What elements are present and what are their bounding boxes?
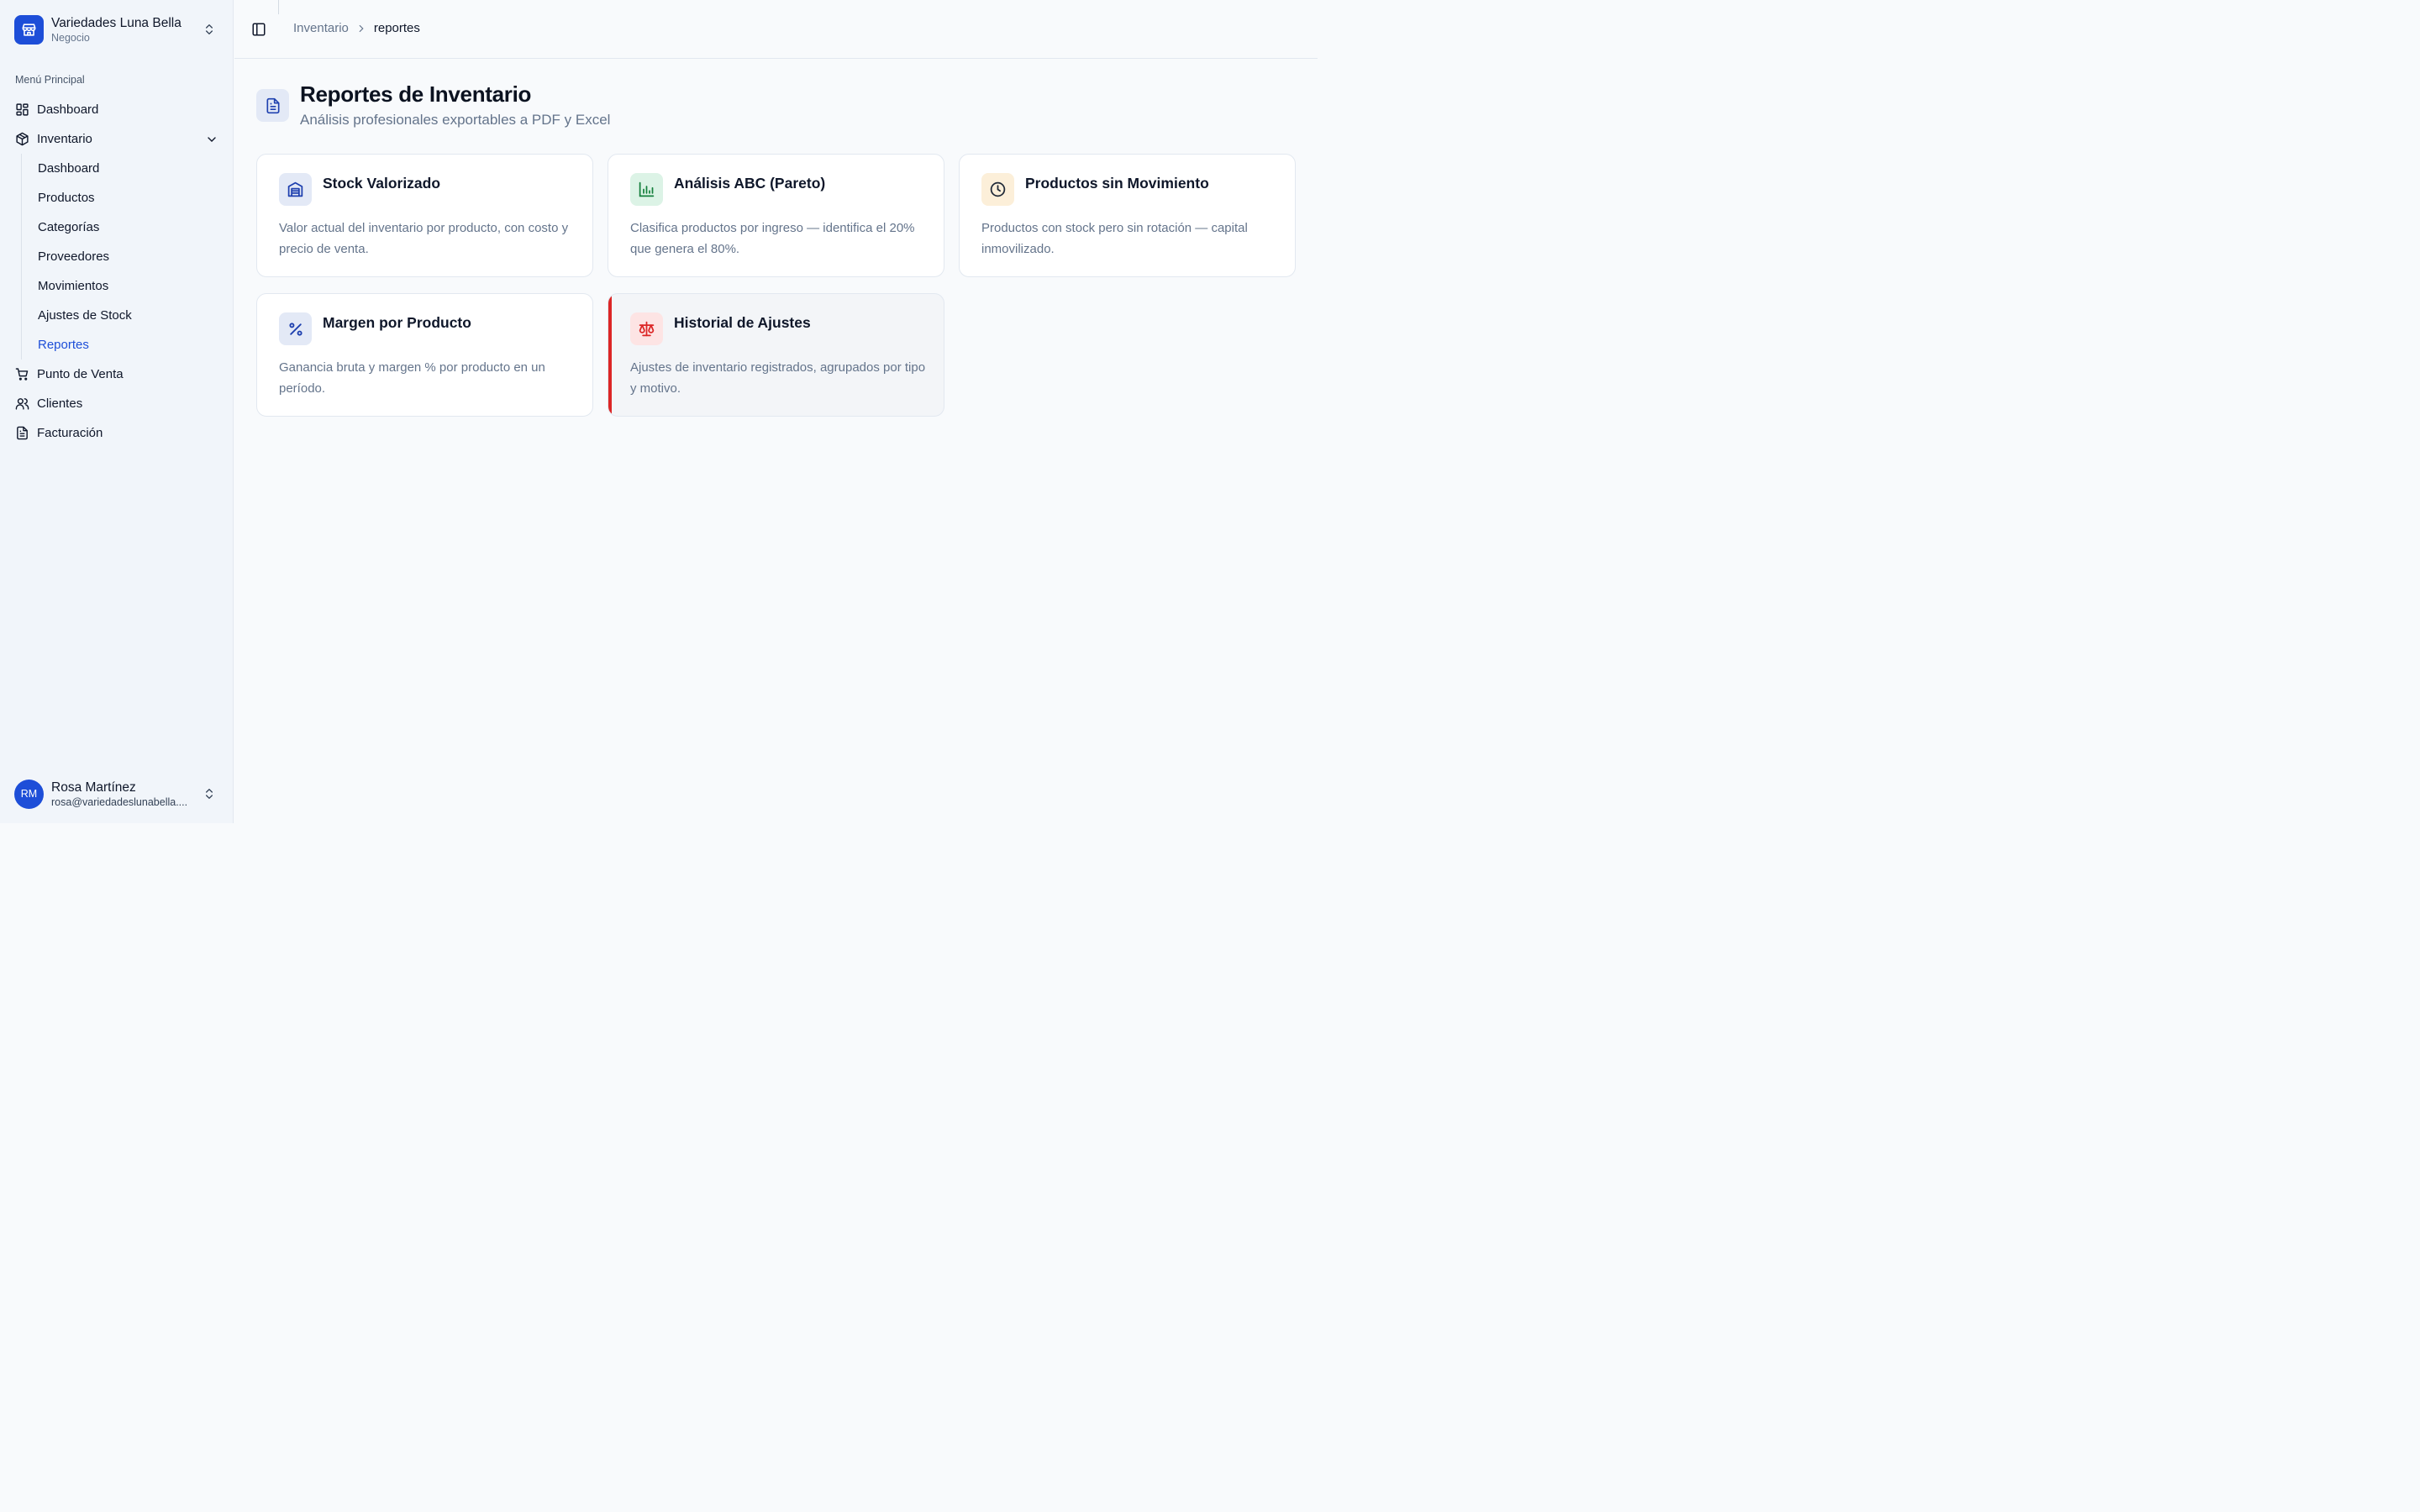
breadcrumb-link-inventario[interactable]: Inventario xyxy=(293,21,349,35)
inventario-submenu: Dashboard Productos Categorías Proveedor… xyxy=(21,154,227,360)
card-title: Margen por Producto xyxy=(323,314,471,331)
file-text-icon xyxy=(17,426,28,440)
sidebar-item-inventario[interactable]: Inventario xyxy=(7,124,227,154)
sidebar-item-label: Facturación xyxy=(37,426,103,440)
submenu-item-dashboard[interactable]: Dashboard xyxy=(31,154,227,183)
sidebar-item-label: Inventario xyxy=(37,132,92,146)
card-description: Productos con stock pero sin rotación — … xyxy=(981,221,1248,256)
breadcrumb: Inventario reportes xyxy=(293,21,420,35)
sidebar-item-clientes[interactable]: Clientes xyxy=(7,389,227,418)
org-subtitle: Negocio xyxy=(51,31,90,44)
report-card-stock-valorizado[interactable]: Stock Valorizado Valor actual del invent… xyxy=(256,154,593,277)
card-title: Historial de Ajustes xyxy=(674,314,811,331)
chevron-right-icon xyxy=(359,24,364,32)
sidebar: Variedades Luna Bella Negocio Menú Princ… xyxy=(0,0,234,823)
report-card-historial-de-ajustes[interactable]: Historial de Ajustes Ajustes de inventar… xyxy=(608,293,944,417)
package-icon xyxy=(16,132,29,146)
card-description: Valor actual del inventario por producto… xyxy=(279,221,569,256)
sidebar-item-dashboard[interactable]: Dashboard xyxy=(7,95,227,124)
report-card-productos-sin-movimiento[interactable]: Productos sin Movimiento Productos con s… xyxy=(959,154,1296,277)
card-description: Ajustes de inventario registrados, agrup… xyxy=(630,360,926,396)
clock-icon xyxy=(981,173,1014,206)
card-title: Productos sin Movimiento xyxy=(1025,175,1209,192)
store-icon xyxy=(14,14,44,45)
org-switcher[interactable]: Variedades Luna Bella Negocio xyxy=(8,8,225,50)
warehouse-icon xyxy=(279,173,312,206)
report-card-analisis-abc[interactable]: Análisis ABC (Pareto) Clasifica producto… xyxy=(608,154,944,277)
panel-left-icon xyxy=(252,23,266,36)
page-subtitle: Análisis profesionales exportables a PDF… xyxy=(300,112,611,128)
card-title: Análisis ABC (Pareto) xyxy=(674,175,826,192)
card-title: Stock Valorizado xyxy=(323,175,441,192)
users-icon xyxy=(15,398,29,410)
breadcrumb-current: reportes xyxy=(373,21,420,35)
sidebar-group-label: Menú Principal xyxy=(15,74,85,86)
user-email: rosa@variedadeslunabella.... xyxy=(51,795,188,808)
sidebar-item-punto-de-venta[interactable]: Punto de Venta xyxy=(7,360,227,389)
submenu-item-movimientos[interactable]: Movimientos xyxy=(31,271,227,301)
avatar: RM xyxy=(14,779,44,809)
sidebar-item-label: Clientes xyxy=(37,396,83,411)
scale-icon xyxy=(630,312,663,345)
submenu-item-proveedores[interactable]: Proveedores xyxy=(31,242,227,271)
page-title: Reportes de Inventario xyxy=(300,81,532,107)
submenu-item-ajustes-de-stock[interactable]: Ajustes de Stock xyxy=(31,301,227,330)
org-name: Variedades Luna Bella xyxy=(51,15,182,30)
sidebar-item-label: Punto de Venta xyxy=(37,367,124,381)
top-header: Inventario reportes xyxy=(234,0,1318,59)
layout-grid-icon xyxy=(16,103,29,116)
percent-icon xyxy=(279,312,312,345)
card-description: Ganancia bruta y margen % por producto e… xyxy=(279,360,545,396)
chevrons-up-down-icon xyxy=(206,789,213,799)
file-text-icon xyxy=(256,89,289,122)
chevron-down-icon xyxy=(208,136,216,142)
sidebar-toggle-button[interactable] xyxy=(250,20,268,39)
submenu-item-productos[interactable]: Productos xyxy=(31,183,227,213)
card-description: Clasifica productos por ingreso — identi… xyxy=(630,221,915,256)
shopping-cart-icon xyxy=(15,368,29,381)
bar-chart-icon xyxy=(630,173,663,206)
header-divider xyxy=(278,0,279,14)
user-menu[interactable]: RM Rosa Martínez rosa@variedadeslunabell… xyxy=(8,773,225,815)
sidebar-item-label: Dashboard xyxy=(37,102,99,117)
submenu-item-categorias[interactable]: Categorías xyxy=(31,213,227,242)
user-name: Rosa Martínez xyxy=(51,780,136,795)
sidebar-item-facturacion[interactable]: Facturación xyxy=(7,418,227,448)
chevrons-up-down-icon xyxy=(206,24,213,34)
submenu-item-reportes[interactable]: Reportes xyxy=(31,330,227,360)
report-card-margen-por-producto[interactable]: Margen por Producto Ganancia bruta y mar… xyxy=(256,293,593,417)
sidebar-nav: Dashboard Inventario Dashboard Productos… xyxy=(7,95,227,448)
